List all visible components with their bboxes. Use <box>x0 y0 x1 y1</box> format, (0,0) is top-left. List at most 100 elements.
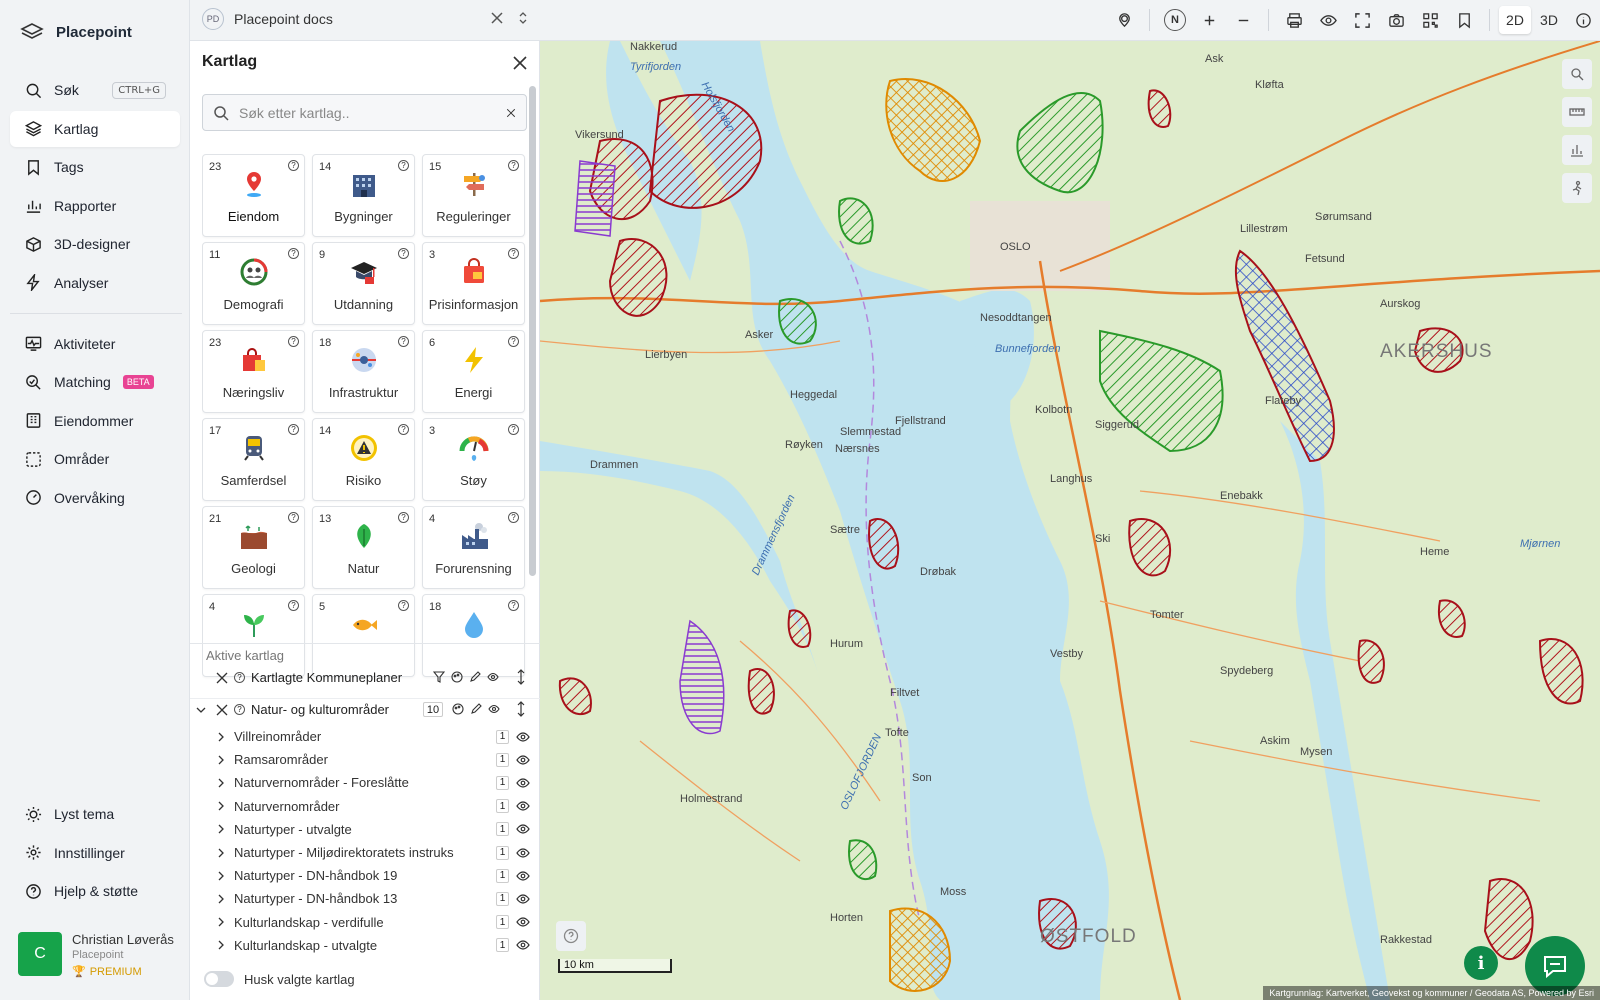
print-button[interactable] <box>1277 3 1311 37</box>
category-tile-risiko[interactable]: 14? Risiko <box>312 418 415 501</box>
sidebar-item-rapporter[interactable]: Rapporter <box>10 188 180 224</box>
help-icon[interactable]: ? <box>288 512 299 523</box>
chevron-right-icon[interactable] <box>216 917 226 927</box>
palette-icon[interactable] <box>451 671 463 683</box>
qr-button[interactable] <box>1413 3 1447 37</box>
mode-2d-button[interactable]: 2D <box>1498 3 1532 37</box>
sublayer-row[interactable]: Kulturlandskap - verdifulle <box>190 911 540 934</box>
screenshot-button[interactable] <box>1379 3 1413 37</box>
category-tile-infrastruktur[interactable]: 18? Infrastruktur <box>312 330 415 413</box>
info-fab-button[interactable]: i <box>1464 946 1498 980</box>
measure-button[interactable] <box>1562 97 1592 127</box>
mode-3d-button[interactable]: 3D <box>1532 3 1566 37</box>
chevron-right-icon[interactable] <box>216 894 226 904</box>
sidebar-item-3d-designer[interactable]: 3D-designer <box>10 226 180 262</box>
category-tile-fish[interactable]: 5? <box>312 594 415 677</box>
category-tile-samferdsel[interactable]: 17? Samferdsel <box>202 418 305 501</box>
chevron-right-icon[interactable] <box>216 801 226 811</box>
layer-search-input[interactable] <box>239 104 496 121</box>
sublayer-row[interactable]: Naturtyper - DN-håndbok 19 <box>190 864 540 887</box>
remember-layers-row[interactable]: Husk valgte kartlag <box>204 971 355 987</box>
help-icon[interactable]: ? <box>234 704 245 715</box>
eye-icon[interactable] <box>516 846 530 860</box>
close-icon[interactable] <box>490 11 504 25</box>
help-icon[interactable]: ? <box>508 248 519 259</box>
eye-icon[interactable] <box>516 730 530 744</box>
panel-scrollbar[interactable] <box>529 86 536 576</box>
eye-icon[interactable] <box>488 703 500 715</box>
sidebar-item-områder[interactable]: Områder <box>10 441 180 477</box>
category-tile-water-drop[interactable]: 18? <box>422 594 525 677</box>
remove-layer-icon[interactable] <box>216 672 228 684</box>
chevron-down-icon[interactable] <box>196 705 206 715</box>
sidebar-item-analyser[interactable]: Analyser <box>10 265 180 301</box>
help-icon[interactable]: ? <box>398 424 409 435</box>
sidebar-item-overvåking[interactable]: Overvåking <box>10 480 180 516</box>
help-icon[interactable]: ? <box>508 160 519 171</box>
help-icon[interactable]: ? <box>288 160 299 171</box>
help-icon[interactable]: ? <box>508 600 519 611</box>
eye-icon[interactable] <box>487 671 499 683</box>
sidebar-item-tags[interactable]: Tags <box>10 149 180 185</box>
map-canvas[interactable] <box>540 41 1600 1000</box>
eye-icon[interactable] <box>516 938 530 952</box>
chevron-right-icon[interactable] <box>216 778 226 788</box>
category-tile-bygninger[interactable]: 14? Bygninger <box>312 154 415 237</box>
close-panel-icon[interactable] <box>510 53 530 73</box>
sublayer-row[interactable]: Naturvernområder - Foreslåtte <box>190 771 540 794</box>
drag-handle-icon[interactable] <box>516 669 526 685</box>
category-tile-energi[interactable]: 6? Energi <box>422 330 525 413</box>
category-tile-utdanning[interactable]: 9? Utdanning <box>312 242 415 325</box>
map-help-button[interactable] <box>556 921 586 951</box>
eye-icon[interactable] <box>516 776 530 790</box>
category-tile-reguleringer[interactable]: 15? Reguleringer <box>422 154 525 237</box>
sublayer-row[interactable]: Villreinområder <box>190 725 540 748</box>
measure-tool-button[interactable] <box>1107 3 1141 37</box>
area-search-button[interactable] <box>1562 59 1592 89</box>
sidebar-item-hjelp-støtte[interactable]: Hjelp & støtte <box>10 873 180 909</box>
nature-area[interactable] <box>747 668 775 715</box>
category-tile-forurensning[interactable]: 4? Forurensning <box>422 506 525 589</box>
chevron-right-icon[interactable] <box>216 732 226 742</box>
chevron-right-icon[interactable] <box>216 848 226 858</box>
category-tile-natur[interactable]: 13? Natur <box>312 506 415 589</box>
category-tile-geologi[interactable]: 21? Geologi <box>202 506 305 589</box>
sublayer-row[interactable]: Kulturlandskap - utvalgte <box>190 934 540 957</box>
sidebar-item-aktiviteter[interactable]: Aktiviteter <box>10 326 180 362</box>
edit-icon[interactable] <box>470 703 482 715</box>
fullscreen-button[interactable] <box>1345 3 1379 37</box>
help-icon[interactable]: ? <box>288 600 299 611</box>
help-icon[interactable]: ? <box>398 160 409 171</box>
palette-icon[interactable] <box>452 703 464 715</box>
statistics-button[interactable] <box>1562 135 1592 165</box>
remove-layer-icon[interactable] <box>216 704 228 716</box>
north-button[interactable]: N <box>1158 3 1192 37</box>
culture-landscape-area[interactable] <box>574 160 616 237</box>
sidebar-item-søk[interactable]: Søk CTRL+G <box>10 72 180 108</box>
brand[interactable]: Placepoint <box>20 20 132 44</box>
drag-handle-icon[interactable] <box>516 701 526 717</box>
sidebar-item-kartlag[interactable]: Kartlag <box>10 110 180 147</box>
help-icon[interactable]: ? <box>508 424 519 435</box>
help-icon[interactable]: ? <box>288 248 299 259</box>
eye-icon[interactable] <box>516 892 530 906</box>
help-icon[interactable]: ? <box>288 424 299 435</box>
sidebar-item-innstillinger[interactable]: Innstillinger <box>10 835 180 871</box>
chevron-right-icon[interactable] <box>216 940 226 950</box>
eye-icon[interactable] <box>516 822 530 836</box>
sublayer-row[interactable]: Ramsarområder <box>190 748 540 771</box>
edit-icon[interactable] <box>469 671 481 683</box>
remember-layers-toggle[interactable] <box>204 971 234 987</box>
help-icon[interactable]: ? <box>288 336 299 347</box>
eye-icon[interactable] <box>516 753 530 767</box>
nature-area[interactable] <box>608 238 668 317</box>
bookmark-button[interactable] <box>1447 3 1481 37</box>
eye-icon[interactable] <box>516 915 530 929</box>
category-tile-næringsliv[interactable]: 23? Næringsliv <box>202 330 305 413</box>
category-tile-støy[interactable]: 3? Støy <box>422 418 525 501</box>
eye-icon[interactable] <box>516 869 530 883</box>
category-tile-eiendom[interactable]: 23? Eiendom <box>202 154 305 237</box>
sort-arrows-icon[interactable] <box>516 11 530 25</box>
sidebar-item-eiendommer[interactable]: Eiendommer <box>10 403 180 439</box>
help-icon[interactable]: ? <box>398 336 409 347</box>
